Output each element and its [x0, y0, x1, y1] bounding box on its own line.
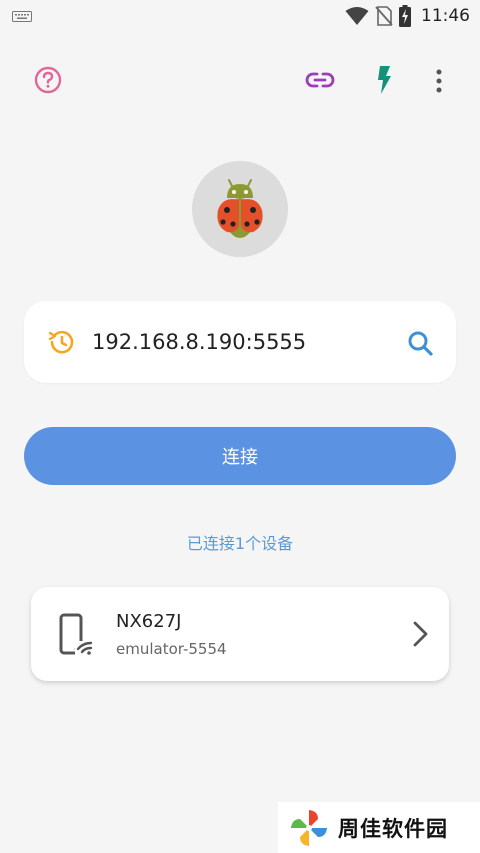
help-icon [34, 66, 62, 94]
device-list-item[interactable]: NX627J emulator-5554 [31, 587, 449, 681]
device-serial: emulator-5554 [116, 640, 227, 658]
status-bar: 11:46 [0, 0, 480, 32]
ladybug-android-logo [217, 179, 263, 238]
watermark: 周佳软件园 [278, 802, 480, 853]
more-vertical-icon [436, 69, 442, 93]
app-logo [192, 161, 288, 257]
help-button[interactable] [33, 65, 63, 95]
address-input[interactable] [92, 323, 392, 361]
no-sim-icon [375, 6, 393, 26]
pinwheel-logo-icon [291, 809, 327, 846]
battery-charging-icon [399, 5, 411, 27]
phone-wifi-icon [59, 613, 93, 655]
more-options-button[interactable] [428, 66, 450, 96]
status-time: 11:46 [421, 6, 470, 26]
flash-button[interactable] [370, 63, 398, 97]
connected-status[interactable]: 已连接1个设备 [0, 530, 480, 554]
connect-button[interactable]: 连接 [24, 427, 456, 485]
history-icon[interactable] [46, 327, 76, 357]
chevron-right-icon [413, 621, 428, 647]
address-bar [24, 301, 456, 383]
device-name: NX627J [116, 611, 182, 632]
keyboard-icon [12, 11, 32, 22]
search-icon[interactable] [405, 328, 435, 358]
watermark-text: 周佳软件园 [338, 816, 448, 841]
link-icon [305, 72, 335, 88]
link-button[interactable] [302, 66, 338, 94]
wifi-icon [345, 7, 369, 25]
flash-icon [378, 66, 391, 94]
